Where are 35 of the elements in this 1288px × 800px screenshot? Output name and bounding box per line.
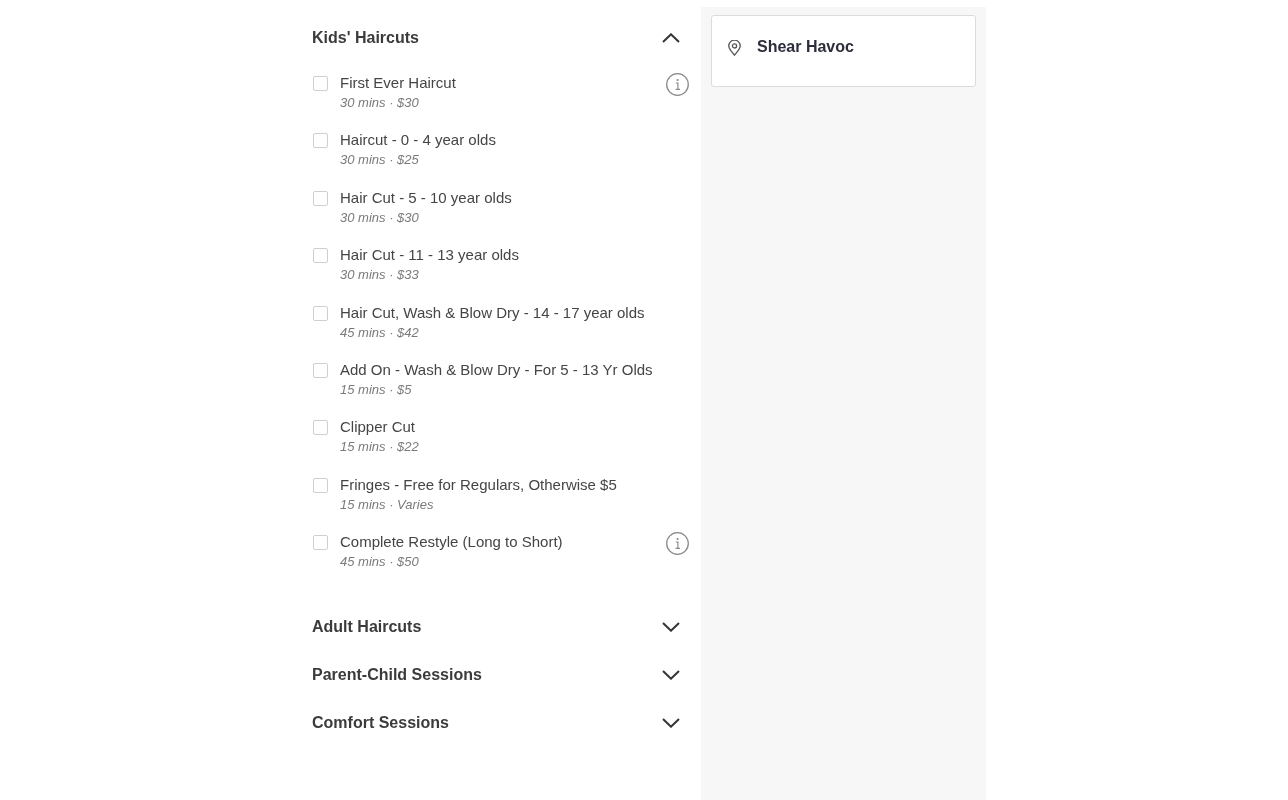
service-name: Fringes - Free for Regulars, Otherwise $5 — [340, 474, 618, 495]
category-header[interactable]: Kids' Haircuts — [312, 14, 690, 62]
service-details: 30 mins · $30 — [340, 208, 420, 227]
service-details: 30 mins · $33 — [340, 266, 420, 285]
checkbox[interactable] — [313, 420, 328, 436]
checkbox[interactable] — [313, 305, 328, 321]
service-name: First Ever Haircut — [340, 73, 457, 93]
checkbox[interactable] — [313, 76, 328, 91]
checkbox[interactable] — [313, 248, 328, 264]
checkbox[interactable] — [313, 133, 328, 149]
service-details: 15 mins · Varies — [340, 495, 435, 514]
map-pin-icon — [728, 40, 741, 56]
service-details: 45 mins · $42 — [340, 323, 420, 342]
checkbox[interactable] — [313, 477, 328, 493]
category-header[interactable]: Adult Haircuts — [312, 602, 690, 651]
service-details: 45 mins · $50 — [340, 553, 420, 572]
checkbox[interactable] — [313, 535, 328, 551]
category-header[interactable]: Comfort Sessions — [312, 698, 690, 747]
service-name: Complete Restyle (Long to Short) — [340, 532, 564, 553]
info-icon[interactable] — [666, 532, 689, 556]
service-name: Haircut - 0 - 4 year olds — [340, 130, 497, 151]
checkbox[interactable] — [313, 190, 328, 206]
location-name: Shear Havoc — [757, 37, 854, 57]
info-icon[interactable] — [666, 73, 689, 96]
service-details: 15 mins · $5 — [340, 380, 413, 399]
service-details: 30 mins · $25 — [340, 151, 420, 170]
service-name: Clipper Cut — [340, 417, 417, 438]
service-name: Hair Cut - 5 - 10 year olds — [340, 187, 513, 208]
service-name: Hair Cut, Wash & Blow Dry - 14 - 17 year olds — [340, 302, 646, 323]
category-header[interactable]: Parent-Child Sessions — [312, 650, 690, 699]
service-name: Add On - Wash & Blow Dry - For 5 - 13 Yr Olds — [340, 359, 654, 380]
service-name: Hair Cut - 11 - 13 year olds — [340, 245, 520, 266]
service-details: 15 mins · $22 — [340, 438, 420, 457]
service-details: 30 mins · $30 — [340, 94, 420, 112]
checkbox[interactable] — [313, 362, 328, 378]
